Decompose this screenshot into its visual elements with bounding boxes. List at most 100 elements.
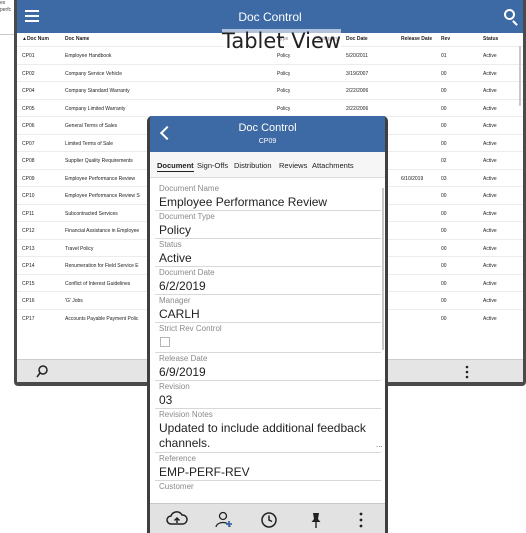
screen: es perfc Doc Control ▲Doc NumDoc NameTyp… xyxy=(0,0,526,533)
manager-label: Manager xyxy=(159,296,191,305)
table-cell: Active xyxy=(483,298,497,304)
revision-notes-label: Revision Notes xyxy=(159,410,213,419)
more-vertical-icon[interactable] xyxy=(464,364,470,380)
field-divider xyxy=(155,238,381,239)
column-header-status[interactable]: Status xyxy=(483,36,498,42)
field-divider xyxy=(155,380,381,381)
phone-app-title: Doc Control xyxy=(238,122,297,134)
table-cell: Active xyxy=(483,175,497,182)
more-vertical-icon[interactable] xyxy=(358,511,364,529)
table-cell: 00 xyxy=(441,298,447,304)
table-cell: Active xyxy=(483,315,497,322)
phone-tab-bar: Document Sign-Offs Distribution Reviews … xyxy=(150,152,385,178)
field-divider xyxy=(155,352,381,353)
table-row[interactable]: CP02 Company Service Vehicle Policy 3/19/20… xyxy=(17,63,523,82)
table-cell: 00 xyxy=(441,123,447,129)
table-cell: Policy xyxy=(277,88,291,94)
table-cell: Active xyxy=(483,53,497,59)
table-cell: 00 xyxy=(441,140,447,147)
table-cell: 00 xyxy=(441,245,447,252)
reference-field[interactable]: EMP-PERF-REV xyxy=(159,465,250,479)
phone-screen: Doc Control CP09 Document Sign-Offs Dist… xyxy=(150,116,385,533)
field-divider xyxy=(155,480,381,481)
phone-app-subtitle: CP09 xyxy=(258,138,277,145)
table-cell: 00 xyxy=(441,193,447,199)
search-icon[interactable] xyxy=(35,364,51,380)
strict-rev-control-checkbox[interactable] xyxy=(160,337,170,347)
tablet-scrollbar[interactable] xyxy=(519,46,521,106)
revision-field[interactable]: 03 xyxy=(159,393,172,407)
table-cell: Policy xyxy=(277,70,291,77)
document-type-field[interactable]: Policy xyxy=(159,223,191,237)
column-header-doc-name[interactable]: Doc Name xyxy=(65,36,89,42)
release-date-label: Release Date xyxy=(159,354,208,363)
table-cell: CP08 xyxy=(22,158,35,164)
table-cell: Policy xyxy=(277,53,291,59)
table-cell: Employee Handbook xyxy=(65,53,112,59)
table-cell: Active xyxy=(483,263,497,269)
table-cell: Policy xyxy=(277,105,291,112)
field-divider xyxy=(155,266,381,267)
field-divider xyxy=(155,210,381,211)
table-cell: CP13 xyxy=(22,245,35,252)
table-cell: 5/20/2011 xyxy=(346,53,368,59)
tab-distribution[interactable]: Distribution xyxy=(234,161,272,170)
field-divider xyxy=(155,294,381,295)
tab-document[interactable]: Document xyxy=(157,161,194,172)
table-cell: 00 xyxy=(441,263,447,269)
field-divider xyxy=(155,408,381,409)
table-row[interactable]: CP05 Company Limited Warranty Policy 2/22/2… xyxy=(17,98,523,117)
search-icon[interactable] xyxy=(504,9,515,20)
tablet-app-title: Doc Control xyxy=(238,10,302,24)
document-name-field[interactable]: Employee Performance Review xyxy=(159,195,327,209)
pin-icon[interactable] xyxy=(310,511,322,529)
document-date-label: Document Date xyxy=(159,268,215,277)
table-cell: Active xyxy=(483,210,497,217)
column-header-doc-date[interactable]: Doc Date xyxy=(346,36,368,42)
table-cell: CP07 xyxy=(22,140,35,147)
table-row[interactable]: CP04 Company Standard Warranty Policy 2/22/… xyxy=(17,81,523,99)
manager-field[interactable]: CARLH xyxy=(159,307,200,321)
release-date-field[interactable]: 6/9/2019 xyxy=(159,365,206,379)
table-cell: 03 xyxy=(441,175,447,182)
revision-notes-more[interactable]: ... xyxy=(376,440,383,449)
revision-notes-line-1[interactable]: Updated to include additional feedback xyxy=(159,421,366,435)
strict-rev-control-label: Strict Rev Control xyxy=(159,324,222,333)
column-header-rev[interactable]: Rev xyxy=(441,36,450,42)
revision-notes-line-2[interactable]: channels. xyxy=(159,436,210,450)
table-cell: 00 xyxy=(441,105,447,112)
document-type-label: Document Type xyxy=(159,212,215,221)
table-cell: 3/19/2007 xyxy=(346,70,369,77)
table-cell: CP05 xyxy=(22,105,35,112)
table-cell: CP10 xyxy=(22,193,35,199)
column-header-doc-num[interactable]: ▲Doc Num xyxy=(22,36,49,42)
revision-label: Revision xyxy=(159,382,190,391)
add-user-icon[interactable] xyxy=(214,511,234,529)
status-field[interactable]: Active xyxy=(159,251,192,265)
tab-attachments[interactable]: Attachments xyxy=(312,161,354,170)
tab-reviews[interactable]: Reviews xyxy=(279,161,307,170)
column-header-release-date[interactable]: Release Date xyxy=(401,36,432,42)
reference-label: Reference xyxy=(159,454,196,463)
table-cell: 02 xyxy=(441,158,447,164)
table-cell: CP11 xyxy=(22,210,35,217)
table-cell: 00 xyxy=(441,280,447,287)
document-date-field[interactable]: 6/2/2019 xyxy=(159,279,206,293)
table-cell: Active xyxy=(483,280,497,287)
table-cell: 00 xyxy=(441,70,447,77)
table-cell: CP01 xyxy=(22,53,35,59)
table-cell: CP02 xyxy=(22,70,35,77)
table-cell: Active xyxy=(483,158,497,164)
status-label: Status xyxy=(159,240,182,249)
table-cell: Company Limited Warranty xyxy=(65,105,126,112)
phone-scrollbar[interactable] xyxy=(382,188,384,350)
tab-sign-offs[interactable]: Sign-Offs xyxy=(197,161,228,170)
table-cell: 6/10/2019 xyxy=(401,175,424,182)
table-cell: CP06 xyxy=(22,123,35,129)
table-cell: 2/22/2006 xyxy=(346,88,369,94)
table-cell: Active xyxy=(483,105,497,112)
table-cell: Company Standard Warranty xyxy=(65,88,130,94)
cloud-upload-icon[interactable] xyxy=(166,511,188,527)
history-clock-icon[interactable] xyxy=(260,511,278,529)
table-cell: Active xyxy=(483,228,497,234)
